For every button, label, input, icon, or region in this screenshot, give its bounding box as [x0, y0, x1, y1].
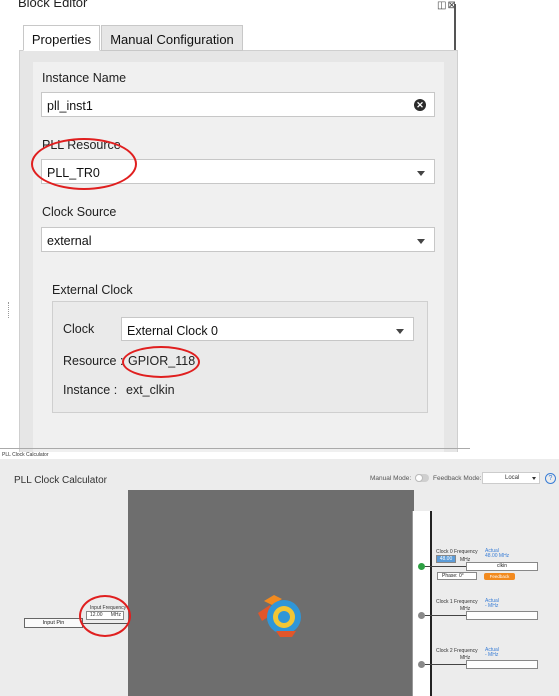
clock-source-value: external [47, 234, 92, 248]
clock-1-name-input[interactable] [466, 611, 538, 620]
clear-icon[interactable]: ✕ [414, 99, 426, 111]
pll-clock-calculator: PLL Clock Calculator Manual Mode: Feedba… [0, 459, 559, 696]
clock-0-frequency-input[interactable]: 48.00 [436, 555, 456, 563]
manual-mode-toggle[interactable] [415, 474, 429, 482]
output-0-status-icon[interactable] [418, 563, 425, 570]
instance-name-value: pll_inst1 [47, 99, 93, 113]
clock-1-actual-value: - MHz [485, 603, 499, 609]
clock-label: Clock [63, 322, 95, 336]
feedback-mode-value: Local [505, 475, 520, 481]
pll-logo-icon [258, 595, 301, 637]
tab-properties[interactable]: Properties [23, 25, 100, 51]
external-clock-select[interactable]: External Clock 0 [121, 317, 414, 341]
feedback-mode-label: Feedback Mode: [433, 475, 482, 482]
instance-label: Instance : [63, 383, 118, 397]
clock-0-actual-value: 48.00 MHz [485, 553, 510, 559]
feedback-button[interactable]: Feedback [484, 573, 515, 580]
calculator-title: PLL Clock Calculator [14, 475, 108, 486]
instance-value: ext_clkin [126, 383, 175, 397]
output-0-wire [425, 566, 467, 567]
feedback-mode-select[interactable]: Local [482, 472, 540, 484]
external-clock-value: External Clock 0 [127, 324, 219, 338]
resource-label: Resource : [63, 354, 124, 368]
resize-grip-icon[interactable] [8, 302, 11, 318]
instance-name-input[interactable]: pll_inst1 ✕ [41, 92, 435, 117]
clock-1-frequency-label: Clock 1 Frequency [436, 599, 478, 605]
manual-mode-label: Manual Mode: [370, 475, 412, 482]
tab-manual-configuration[interactable]: Manual Configuration [101, 25, 243, 51]
clock-2-frequency-label: Clock 2 Frequency [436, 648, 478, 654]
instance-name-label: Instance Name [42, 71, 127, 85]
chevron-down-icon [532, 477, 536, 480]
output-2-wire [425, 664, 467, 665]
panel-title: Block Editor [18, 0, 88, 10]
output-column [412, 511, 431, 696]
output-1-status-icon[interactable] [418, 612, 425, 619]
clock-source-select[interactable]: external [41, 227, 435, 252]
calculator-caption: PLL Clock Calculator [2, 452, 49, 458]
chevron-down-icon [417, 239, 425, 244]
clock-source-label: Clock Source [42, 205, 117, 219]
output-2-status-icon[interactable] [418, 661, 425, 668]
divider [0, 448, 470, 449]
clock-2-actual-value: - MHz [485, 652, 499, 658]
block-editor-panel: Block Editor ◫⊠ Properties Manual Config… [0, 0, 470, 452]
chevron-down-icon [396, 329, 404, 334]
annotation-circle [122, 346, 200, 378]
input-pin[interactable]: Input Pin [24, 618, 83, 628]
chevron-down-icon [417, 171, 425, 176]
help-icon[interactable]: ? [545, 473, 556, 484]
clock-0-name-input[interactable]: clkin [466, 562, 538, 571]
annotation-circle [31, 138, 137, 190]
annotation-circle [79, 595, 131, 637]
output-bus-line [430, 511, 432, 696]
clock-0-phase-select[interactable]: Phase: 0° [437, 572, 477, 580]
output-1-wire [425, 615, 467, 616]
external-clock-heading: External Clock [52, 283, 133, 297]
clock-2-name-input[interactable] [466, 660, 538, 669]
clock-0-phase-value: Phase: 0° [442, 573, 464, 579]
